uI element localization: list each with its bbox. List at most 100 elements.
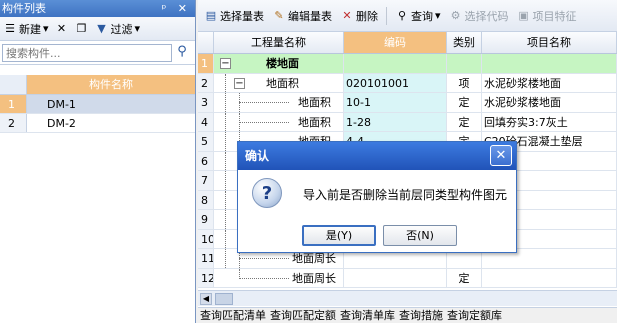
project-name-cell[interactable]: [482, 54, 617, 73]
tree-line: [225, 151, 226, 170]
edit-list-button[interactable]: ✎ 编辑量表: [272, 8, 332, 24]
tab-quota-library[interactable]: 查询定额库: [447, 308, 502, 323]
component-list-panel: 构件列表 ᵖ ✕ ☰ 新建 ▾ ✕ ❐ ▼ 过滤 ▾ ⚲: [0, 0, 196, 323]
chevron-down-icon: ▾: [134, 22, 141, 35]
delete-button[interactable]: ✕ 删除: [340, 8, 378, 24]
tree-line: [225, 132, 226, 151]
item-features-button[interactable]: ▣ 项目特征: [517, 8, 576, 24]
panel-controls[interactable]: ᵖ ✕: [162, 0, 191, 17]
query-button[interactable]: ⚲ 查询 ▾: [395, 8, 441, 24]
chevron-down-icon: ▾: [43, 22, 49, 35]
project-name-cell[interactable]: 水泥砂浆楼地面: [482, 93, 617, 112]
row-number: 6: [198, 151, 214, 170]
column-header-quantity-name[interactable]: 工程量名称: [214, 32, 344, 53]
tab-match-list[interactable]: 查询匹配清单: [200, 308, 266, 323]
tree-line: [239, 258, 289, 259]
row-number: 2: [198, 73, 214, 92]
toolbar-divider: [386, 6, 387, 25]
select-code-button[interactable]: ⚙ 选择代码: [449, 8, 509, 24]
yes-button[interactable]: 是(Y): [302, 225, 376, 246]
quantity-name-cell[interactable]: 地面积: [214, 112, 344, 131]
tree-line: [239, 268, 240, 277]
tab-measures[interactable]: 查询措施: [399, 308, 443, 323]
edit-icon: ✎: [274, 8, 284, 22]
row-number: 2: [0, 114, 27, 132]
project-name-cell[interactable]: [482, 268, 617, 287]
component-table: 构件名称 1 DM-1 2 DM-2: [0, 75, 195, 133]
component-list-title-bar: 构件列表 ᵖ ✕: [0, 0, 195, 17]
search-icon[interactable]: ⚲: [173, 44, 191, 62]
code-cell[interactable]: 1-28: [344, 112, 447, 131]
tree-line: [225, 249, 226, 268]
table-row[interactable]: 2 DM-2: [0, 114, 195, 133]
copy-icon[interactable]: ❐: [75, 22, 89, 36]
question-icon: ?: [252, 178, 282, 208]
type-cell[interactable]: 项: [447, 73, 482, 92]
bottom-tabs: 查询匹配清单 查询匹配定额 查询清单库 查询措施 查询定额库: [198, 307, 617, 323]
type-cell[interactable]: [447, 54, 482, 73]
search-icon: ⚲: [397, 8, 407, 22]
features-icon: ▣: [518, 8, 529, 22]
component-name[interactable]: DM-1: [27, 95, 195, 113]
new-icon: ☰: [5, 21, 15, 35]
type-cell[interactable]: 定: [447, 268, 482, 287]
filter-icon: ▼: [97, 21, 106, 35]
tree-line: [225, 190, 226, 209]
row-number: 8: [198, 190, 214, 209]
table-row[interactable]: 1 DM-1: [0, 95, 195, 114]
scroll-thumb[interactable]: [215, 293, 233, 305]
table-row[interactable]: 4 地面积 1-28 定 回填夯实3:7灰土: [198, 112, 617, 132]
code-cell[interactable]: 020101001: [344, 73, 447, 92]
tree-line: [225, 112, 226, 131]
scroll-left-icon[interactable]: ◀: [200, 293, 212, 305]
select-list-button[interactable]: ▤ 选择量表: [204, 8, 264, 24]
horizontal-scrollbar[interactable]: ◀: [198, 290, 617, 306]
delete-icon[interactable]: ✕: [55, 22, 69, 36]
row-number: 10: [198, 229, 214, 248]
tree-line: [239, 121, 289, 123]
type-cell[interactable]: 定: [447, 93, 482, 112]
collapse-icon[interactable]: −: [234, 77, 245, 89]
code-cell[interactable]: 10-1: [344, 93, 447, 112]
pin-icon[interactable]: ᵖ: [162, 2, 171, 15]
component-list-title: 构件列表: [2, 2, 46, 15]
tree-line: [225, 171, 226, 190]
quantity-name-cell[interactable]: 地面积: [214, 93, 344, 112]
new-button[interactable]: ☰ 新建 ▾: [3, 21, 49, 37]
row-number: 9: [198, 210, 214, 229]
column-header-project-name[interactable]: 项目名称: [482, 32, 617, 53]
column-header-type[interactable]: 类别: [447, 32, 482, 53]
table-row[interactable]: 2 − 地面积 020101001 项 水泥砂浆楼地面: [198, 73, 617, 93]
row-number: 12: [198, 268, 214, 287]
table-row[interactable]: 3 地面积 10-1 定 水泥砂浆楼地面: [198, 93, 617, 113]
search-input[interactable]: [2, 44, 172, 62]
collapse-icon[interactable]: −: [220, 58, 231, 69]
table-row[interactable]: 12 地面周长 定: [198, 268, 617, 288]
quantity-name-cell[interactable]: − 楼地面: [214, 54, 344, 73]
component-name[interactable]: DM-2: [27, 114, 195, 132]
tree-line: [225, 93, 226, 112]
close-icon[interactable]: ✕: [490, 145, 512, 166]
dialog-title-bar: 确认 ✕: [238, 142, 516, 170]
code-cell[interactable]: [344, 54, 447, 73]
type-cell[interactable]: 定: [447, 112, 482, 131]
column-header-name[interactable]: 构件名称: [27, 75, 195, 95]
project-name-cell[interactable]: 水泥砂浆楼地面: [482, 73, 617, 92]
tree-line: [239, 277, 289, 279]
quantity-name-cell[interactable]: 地面周长: [214, 268, 344, 287]
row-number: 11: [198, 249, 214, 268]
row-number-header: [0, 75, 27, 95]
row-number: 1: [198, 54, 214, 73]
quantity-name-cell[interactable]: − 地面积: [214, 73, 344, 92]
component-table-header: 构件名称: [0, 75, 195, 95]
tab-list-library[interactable]: 查询清单库: [340, 308, 395, 323]
column-header-code[interactable]: 编码: [344, 32, 447, 53]
close-icon[interactable]: ✕: [178, 2, 191, 15]
tree-line: [225, 73, 226, 92]
no-button[interactable]: 否(N): [383, 225, 457, 246]
tab-match-quota[interactable]: 查询匹配定额: [270, 308, 336, 323]
table-row[interactable]: 1 − 楼地面: [198, 54, 617, 74]
project-name-cell[interactable]: 回填夯实3:7灰土: [482, 112, 617, 131]
code-cell[interactable]: [344, 268, 447, 287]
filter-button[interactable]: ▼ 过滤 ▾: [95, 21, 141, 37]
